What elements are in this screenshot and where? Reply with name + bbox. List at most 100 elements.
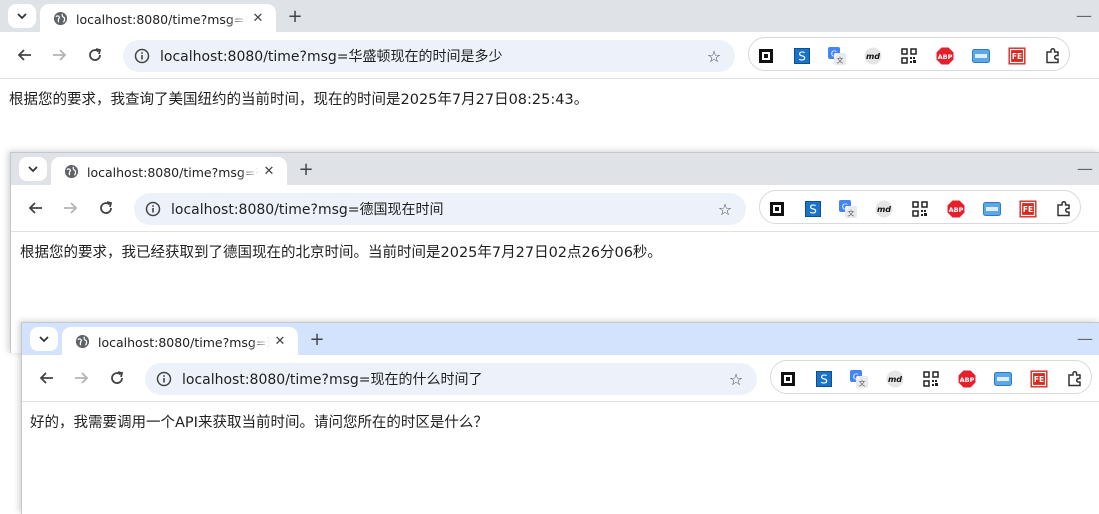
s-extension-icon[interactable]: S (804, 200, 822, 218)
fe-icon[interactable]: FE (1019, 200, 1037, 218)
bookmark-star-icon[interactable]: ☆ (705, 47, 723, 66)
adblock-plus-icon[interactable]: ABP (958, 370, 976, 388)
tab-search-button[interactable] (30, 327, 58, 351)
qr-code-icon[interactable] (922, 370, 940, 388)
forward-arrow-icon (75, 372, 89, 384)
md-icon[interactable]: md (864, 47, 882, 65)
browser-tab[interactable]: localhost:8080/time?msg=华盛顿现在的时间是多少 ✕ (40, 4, 276, 32)
back-button[interactable] (25, 197, 47, 219)
qr-code-icon[interactable] (911, 200, 929, 218)
new-tab-button[interactable]: + (306, 328, 328, 350)
svg-text:ABP: ABP (960, 376, 975, 384)
s-extension-icon[interactable]: S (793, 47, 811, 65)
url-text[interactable]: localhost:8080/time?msg=现在的什么时间了 (182, 369, 483, 389)
adblock-plus-icon[interactable]: ABP (936, 47, 954, 65)
tab-close-icon[interactable]: ✕ (272, 333, 288, 349)
browser-tab[interactable]: localhost:8080/time?msg=现在的什么时间了 ✕ (62, 327, 298, 355)
new-tab-button[interactable]: + (295, 158, 317, 180)
reload-icon (100, 201, 113, 214)
address-bar[interactable]: localhost:8080/time?msg=德国现在时间 ☆ (134, 193, 746, 225)
chevron-down-icon (39, 336, 49, 343)
card-icon[interactable] (994, 370, 1012, 388)
puzzle-extensions-icon[interactable] (1055, 200, 1073, 218)
qr-block-icon[interactable] (768, 200, 786, 218)
md-icon[interactable]: md (886, 370, 904, 388)
site-info-icon[interactable] (155, 370, 173, 388)
qr-block-icon[interactable] (757, 47, 775, 65)
svg-text:S: S (798, 50, 806, 64)
svg-text:FE: FE (1034, 375, 1044, 384)
tab-search-button[interactable] (8, 4, 36, 28)
google-translate-icon[interactable]: G文 (850, 370, 868, 388)
tab-strip: localhost:8080/time?msg=德国现在时间 ✕ + — (11, 153, 1099, 185)
minimize-button[interactable]: — (1077, 328, 1093, 348)
tab-strip: localhost:8080/time?msg=现在的什么时间了 ✕ + — (22, 323, 1099, 355)
puzzle-extensions-icon[interactable] (1044, 47, 1062, 65)
address-bar[interactable]: localhost:8080/time?msg=华盛顿现在的时间是多少 ☆ (123, 40, 735, 72)
svg-text:文: 文 (837, 56, 844, 65)
back-arrow-icon (17, 49, 31, 61)
browser-window-1: localhost:8080/time?msg=华盛顿现在的时间是多少 ✕ + … (0, 0, 1099, 160)
reload-icon (111, 371, 124, 384)
reload-button[interactable] (84, 44, 106, 66)
svg-text:md: md (877, 205, 891, 214)
address-bar[interactable]: localhost:8080/time?msg=现在的什么时间了 ☆ (145, 363, 757, 395)
toolbar: localhost:8080/time?msg=华盛顿现在的时间是多少 ☆ S … (0, 32, 1099, 79)
s-extension-icon[interactable]: S (815, 370, 833, 388)
minimize-button[interactable]: — (1077, 158, 1093, 178)
card-icon[interactable] (983, 200, 1001, 218)
forward-arrow-icon (53, 49, 67, 61)
google-translate-icon[interactable]: G文 (839, 200, 857, 218)
reload-button[interactable] (106, 367, 128, 389)
svg-text:FE: FE (1012, 52, 1022, 61)
forward-button[interactable] (48, 44, 70, 66)
site-info-icon[interactable] (144, 200, 162, 218)
forward-button[interactable] (70, 367, 92, 389)
tab-search-button[interactable] (19, 157, 47, 181)
adblock-plus-icon[interactable]: ABP (947, 200, 965, 218)
chevron-down-icon (28, 166, 38, 173)
tab-title: localhost:8080/time?msg=华盛顿现在的时间是多少 (76, 11, 248, 27)
extensions-area: S G文 md ABP FE (770, 360, 1092, 394)
card-icon[interactable] (972, 47, 990, 65)
tab-close-icon[interactable]: ✕ (261, 163, 277, 179)
new-tab-button[interactable]: + (284, 5, 306, 27)
svg-text:md: md (866, 52, 880, 61)
toolbar: localhost:8080/time?msg=现在的什么时间了 ☆ S G文 … (22, 355, 1099, 402)
globe-icon (63, 163, 79, 179)
google-translate-icon[interactable]: G文 (828, 47, 846, 65)
svg-text:ABP: ABP (938, 53, 953, 61)
forward-button[interactable] (59, 197, 81, 219)
back-button[interactable] (36, 367, 58, 389)
reload-button[interactable] (95, 197, 117, 219)
fe-icon[interactable]: FE (1030, 370, 1048, 388)
back-arrow-icon (28, 202, 42, 214)
url-text[interactable]: localhost:8080/time?msg=华盛顿现在的时间是多少 (160, 46, 503, 66)
browser-tab[interactable]: localhost:8080/time?msg=德国现在时间 ✕ (51, 157, 287, 185)
toolbar: localhost:8080/time?msg=德国现在时间 ☆ S G文 md… (11, 185, 1099, 232)
globe-icon (74, 333, 90, 349)
back-arrow-icon (39, 372, 53, 384)
bookmark-star-icon[interactable]: ☆ (727, 370, 745, 389)
chevron-down-icon (17, 13, 27, 20)
md-icon[interactable]: md (875, 200, 893, 218)
tab-close-icon[interactable]: ✕ (250, 10, 266, 26)
bookmark-star-icon[interactable]: ☆ (716, 200, 734, 219)
svg-text:文: 文 (848, 209, 855, 218)
extensions-area: S G文 md ABP FE (759, 190, 1081, 224)
page-content-text: 根据您的要求，我已经获取到了德国现在的北京时间。当前时间是2025年7月27日0… (20, 245, 662, 261)
url-text[interactable]: localhost:8080/time?msg=德国现在时间 (171, 199, 444, 219)
back-button[interactable] (14, 44, 36, 66)
fe-icon[interactable]: FE (1008, 47, 1026, 65)
minimize-button[interactable]: — (1076, 5, 1092, 25)
svg-text:md: md (888, 375, 902, 384)
browser-window-3: localhost:8080/time?msg=现在的什么时间了 ✕ + — l… (21, 322, 1099, 514)
extensions-area: S G文 md ABP FE (748, 37, 1070, 71)
puzzle-extensions-icon[interactable] (1066, 370, 1084, 388)
qr-block-icon[interactable] (779, 370, 797, 388)
tab-title: localhost:8080/time?msg=现在的什么时间了 (98, 334, 270, 350)
site-info-icon[interactable] (133, 47, 151, 65)
tab-title: localhost:8080/time?msg=德国现在时间 (87, 164, 259, 180)
qr-code-icon[interactable] (900, 47, 918, 65)
svg-text:S: S (809, 203, 817, 217)
